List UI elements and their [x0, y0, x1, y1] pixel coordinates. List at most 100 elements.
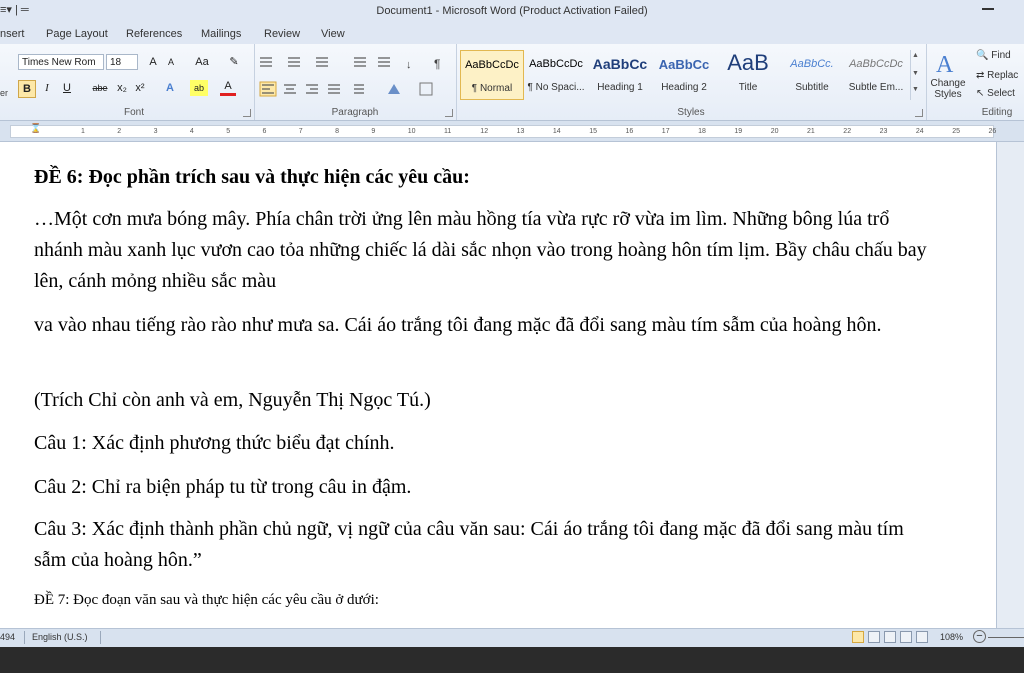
editing-group: 🔍 Find ⇄ Replac ↖ Select Editing [970, 44, 1024, 120]
ruler-tick-label: 21 [807, 128, 815, 135]
bold-button[interactable]: B [18, 80, 36, 98]
zoom-out-icon[interactable]: − [973, 630, 986, 643]
gallery-scroll[interactable]: ▲ ▼ ▼ [910, 50, 921, 100]
ruler-tick-label: 5 [226, 128, 231, 135]
paragraph-group-label: Paragraph [331, 107, 379, 118]
styles-group-label: Styles [677, 107, 705, 118]
tab-insert[interactable]: nsert [0, 28, 24, 40]
change-styles-label: Change Styles [930, 78, 966, 100]
document-page[interactable]: ĐỀ 6: Đọc phần trích sau và thực hiện cá… [0, 142, 996, 628]
window-title: Document1 - Microsoft Word (Product Acti… [376, 5, 648, 17]
zoom-level[interactable]: 108% [940, 632, 963, 642]
tab-view[interactable]: View [321, 28, 345, 40]
ruler-tick-label: 15 [589, 128, 597, 135]
font-family-select[interactable]: Times New Rom [18, 54, 104, 70]
grow-font-button[interactable]: A [146, 54, 160, 70]
strikethrough-button[interactable]: abe [90, 80, 110, 96]
find-button[interactable]: 🔍 Find [976, 50, 1011, 61]
binoculars-icon: 🔍 [976, 50, 989, 61]
doc-paragraph-4: ĐỀ 7: Đọc đoạn văn sau và thực hiện các … [34, 592, 379, 608]
replace-icon: ⇄ [976, 70, 985, 81]
ruler-tick-label: 14 [552, 128, 561, 135]
ruler-tick-label: 7 [298, 128, 303, 135]
web-layout-view-icon[interactable] [884, 631, 896, 643]
ruler-tick-label: 19 [734, 128, 743, 135]
subscript-button[interactable]: x₂ [114, 80, 130, 96]
select-label: Select [987, 88, 1015, 99]
style-sample: AaBbCc. [790, 58, 834, 70]
ruler-tick-label: 6 [262, 128, 267, 135]
italic-button[interactable]: I [40, 80, 54, 96]
svg-text:↓: ↓ [406, 59, 412, 71]
paragraph-controls-icon[interactable]: ¶ ↓ [258, 54, 450, 100]
minimize-button[interactable] [982, 8, 994, 10]
style-sample: AaBbCcDc [529, 58, 583, 70]
document-area: ĐỀ 6: Đọc phần trích sau và thực hiện cá… [0, 142, 1024, 628]
clear-formatting-icon[interactable]: ✎ [226, 54, 242, 70]
doc-paragraph-1: …Một cơn mưa bóng mây. Phía chân trời ửn… [34, 208, 927, 292]
indent-marker-icon[interactable]: ⌛ [30, 123, 41, 134]
vertical-scrollbar[interactable] [996, 142, 1024, 628]
ruler-tick-label: 10 [407, 128, 416, 135]
select-button[interactable]: ↖ Select [976, 88, 1015, 99]
word-window: ≡▾ | ═ Document1 - Microsoft Word (Produ… [0, 0, 1024, 673]
style-subtle-emphasis[interactable]: AaBbCcDc Subtle Em... [844, 50, 908, 100]
find-label: Find [991, 50, 1011, 61]
styles-gallery: AaBbCcDc ¶ Normal AaBbCcDc ¶ No Spaci...… [460, 50, 922, 100]
ruler-tick-label: 3 [153, 128, 158, 135]
full-screen-view-icon[interactable] [868, 631, 880, 643]
replace-button[interactable]: ⇄ Replac [976, 70, 1018, 81]
text-effects-button[interactable]: A [162, 80, 178, 96]
paragraph-group: ¶ ↓ Paragraph [254, 44, 457, 120]
paragraph-dialog-launcher[interactable] [445, 109, 453, 117]
style-normal[interactable]: AaBbCcDc ¶ Normal [460, 50, 524, 100]
style-heading-1[interactable]: AaBbCc Heading 1 [588, 50, 652, 100]
styles-dialog-launcher[interactable] [915, 109, 923, 117]
ruler-tick-label: 12 [480, 128, 489, 135]
style-name: Subtle Em... [848, 82, 904, 93]
style-no-spacing[interactable]: AaBbCcDc ¶ No Spaci... [524, 50, 588, 100]
ruler-tick-label: 24 [915, 128, 924, 135]
style-subtitle[interactable]: AaBbCc. Subtitle [780, 50, 844, 100]
outline-view-icon[interactable] [900, 631, 912, 643]
font-color-button[interactable]: A [220, 80, 236, 96]
style-title[interactable]: AaB Title [716, 50, 780, 100]
zoom-slider[interactable] [988, 637, 1024, 638]
superscript-button[interactable]: x² [132, 80, 148, 96]
highlight-button[interactable]: ab [190, 80, 208, 96]
status-separator [100, 631, 101, 644]
ruler-tick-label: 2 [117, 128, 122, 135]
change-case-button[interactable]: Aa [192, 54, 212, 70]
font-size-select[interactable]: 18 [106, 54, 138, 70]
language-indicator[interactable]: English (U.S.) [32, 632, 88, 642]
font-dialog-launcher[interactable] [243, 109, 251, 117]
tab-review[interactable]: Review [264, 28, 300, 40]
doc-citation: (Trích Chỉ còn anh và em, Nguyễn Thị Ngọ… [34, 389, 431, 411]
underline-button[interactable]: U [60, 80, 74, 96]
draft-view-icon[interactable] [916, 631, 928, 643]
style-name: ¶ Normal [471, 83, 513, 94]
word-count[interactable]: 494 [0, 632, 15, 642]
tab-references[interactable]: References [126, 28, 182, 40]
doc-heading: ĐỀ 6: Đọc phần trích sau và thực hiện cá… [34, 166, 470, 188]
ruler-tick-label: 22 [843, 128, 852, 135]
doc-question-2: Câu 2: Chỉ ra biện pháp tu từ trong câu … [34, 476, 412, 498]
font-group-label: Font [123, 107, 144, 118]
doc-question-3: Câu 3: Xác định thành phần chủ ngữ, vị n… [34, 518, 904, 571]
print-layout-view-icon[interactable] [852, 631, 864, 643]
ruler-tick-label: 4 [189, 128, 194, 135]
tab-mailings[interactable]: Mailings [201, 28, 241, 40]
ribbon: er Times New Rom 18 A A Aa ✎ B I U abe x… [0, 44, 1024, 121]
ruler-tick-label: 18 [698, 128, 706, 135]
tab-page-layout[interactable]: Page Layout [46, 28, 108, 40]
ruler-tick-label: 16 [625, 128, 634, 135]
horizontal-ruler[interactable]: 1 2 3 4 5 6 7 8 9 10 11 12 13 14 15 16 17 18 19 20 21 22 23 24 2… [0, 121, 1024, 142]
ruler-tick-label: 26 [988, 128, 997, 135]
style-heading-2[interactable]: AaBbCc Heading 2 [652, 50, 716, 100]
style-sample: AaBbCc [658, 57, 710, 72]
doc-question-1: Câu 1: Xác định phương thức biểu đạt chí… [34, 432, 395, 454]
title-bar: ≡▾ | ═ Document1 - Microsoft Word (Produ… [0, 0, 1024, 24]
style-sample: AaB [727, 50, 769, 75]
change-styles-button[interactable]: A Change Styles [926, 44, 970, 120]
shrink-font-button[interactable]: A [164, 54, 178, 70]
